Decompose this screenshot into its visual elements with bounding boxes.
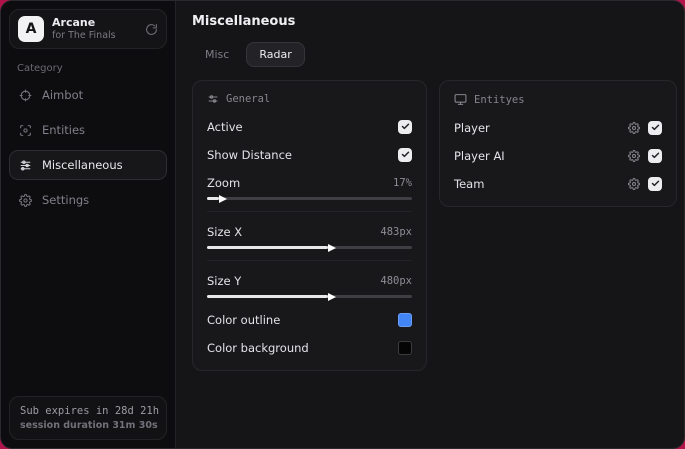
check-icon	[651, 180, 659, 187]
check-icon	[401, 151, 409, 158]
gear-icon	[19, 193, 32, 207]
setting-label: Show Distance	[207, 147, 292, 162]
page-title: Miscellaneous	[192, 14, 296, 29]
app-meta: Arcane for The Finals	[52, 16, 116, 42]
sidebar-item-label: Entities	[42, 123, 86, 137]
app-window: A Arcane for The Finals Category Aimbot …	[0, 0, 685, 449]
app-title: Arcane	[52, 16, 96, 30]
entity-row-player: Player	[454, 117, 662, 138]
sidebar-item-label: Aimbot	[42, 88, 84, 102]
category-label: Category	[17, 63, 63, 74]
tab-bar: Misc Radar	[192, 42, 677, 67]
gear-icon[interactable]	[628, 177, 640, 190]
team-checkbox[interactable]	[648, 176, 662, 191]
entity-row-player-ai: Player AI	[454, 145, 662, 166]
sidebar-nav: Aimbot Entities Miscellaneous Settings	[9, 80, 167, 215]
main-content: Miscellaneous Misc Radar General Active …	[176, 1, 684, 448]
check-icon	[651, 124, 659, 131]
setting-label: Size Y	[207, 273, 242, 288]
entities-panel: Entityes Player Player AI Team	[439, 80, 677, 207]
entity-label: Team	[454, 176, 485, 191]
check-icon	[651, 152, 659, 159]
setting-row-zoom: Zoom 17%	[207, 172, 412, 193]
color-background-swatch[interactable]	[398, 340, 412, 355]
entities-panel-title: Entityes	[474, 93, 525, 106]
entity-row-team: Team	[454, 173, 662, 194]
setting-row-size-y: Size Y 480px	[207, 270, 412, 291]
panels-row: General Active Show Distance Zoom 17% Si…	[192, 80, 677, 371]
setting-row-show-distance: Show Distance	[207, 144, 412, 165]
app-logo: A	[18, 16, 44, 42]
subscription-card: Sub expires in 28d 21h session duration …	[9, 396, 167, 440]
entity-label: Player	[454, 120, 490, 135]
active-checkbox[interactable]	[398, 119, 412, 134]
sidebar-item-aimbot[interactable]: Aimbot	[9, 80, 167, 110]
size-y-slider[interactable]	[207, 292, 412, 301]
setting-label: Zoom	[207, 175, 241, 190]
check-icon	[401, 123, 409, 130]
slider-thumb[interactable]	[327, 292, 336, 301]
slider-thumb[interactable]	[219, 194, 228, 203]
setting-label: Size X	[207, 224, 243, 239]
zoom-value: 17%	[393, 176, 412, 189]
size-y-value: 480px	[380, 274, 412, 287]
tab-radar[interactable]: Radar	[246, 42, 305, 67]
sidebar-item-miscellaneous[interactable]: Miscellaneous	[9, 150, 167, 180]
size-x-slider[interactable]	[207, 243, 412, 252]
size-x-section: Size X 483px	[207, 211, 412, 252]
setting-row-size-x: Size X 483px	[207, 221, 412, 242]
setting-row-active: Active	[207, 116, 412, 137]
sidebar-item-label: Miscellaneous	[42, 158, 123, 172]
scan-icon	[19, 124, 32, 137]
size-x-value: 483px	[380, 225, 412, 238]
tab-misc[interactable]: Misc	[192, 42, 242, 67]
setting-row-color-background: Color background	[207, 337, 412, 358]
sub-expiry-text: Sub expires in 28d 21h	[20, 405, 160, 417]
sidebar: A Arcane for The Finals Category Aimbot …	[1, 1, 176, 448]
session-duration-text: session duration 31m 30s	[20, 420, 158, 431]
sidebar-item-label: Settings	[42, 193, 90, 207]
sidebar-item-entities[interactable]: Entities	[9, 115, 167, 145]
sync-icon[interactable]	[145, 23, 158, 36]
app-header-card: A Arcane for The Finals	[9, 9, 167, 49]
sliders-icon	[207, 93, 219, 105]
setting-label: Color outline	[207, 312, 281, 327]
setting-label: Active	[207, 119, 243, 134]
gear-icon[interactable]	[628, 149, 640, 162]
general-panel: General Active Show Distance Zoom 17% Si…	[192, 80, 427, 371]
monitor-icon	[454, 93, 467, 106]
size-y-section: Size Y 480px	[207, 260, 412, 301]
crosshair-icon	[19, 89, 32, 102]
setting-row-color-outline: Color outline	[207, 309, 412, 330]
general-panel-title: General	[226, 93, 271, 105]
zoom-slider[interactable]	[207, 194, 412, 203]
show-distance-checkbox[interactable]	[398, 147, 412, 162]
setting-label: Color background	[207, 340, 309, 355]
player-checkbox[interactable]	[648, 120, 662, 135]
color-outline-swatch[interactable]	[398, 312, 412, 327]
slider-thumb[interactable]	[327, 243, 336, 252]
general-panel-header: General	[207, 93, 412, 105]
app-subtitle: for The Finals	[52, 29, 116, 41]
gear-icon[interactable]	[628, 121, 640, 134]
sliders-icon	[19, 159, 32, 172]
sidebar-item-settings[interactable]: Settings	[9, 185, 167, 215]
entities-panel-header: Entityes	[454, 93, 662, 106]
player-ai-checkbox[interactable]	[648, 148, 662, 163]
entity-label: Player AI	[454, 148, 505, 163]
